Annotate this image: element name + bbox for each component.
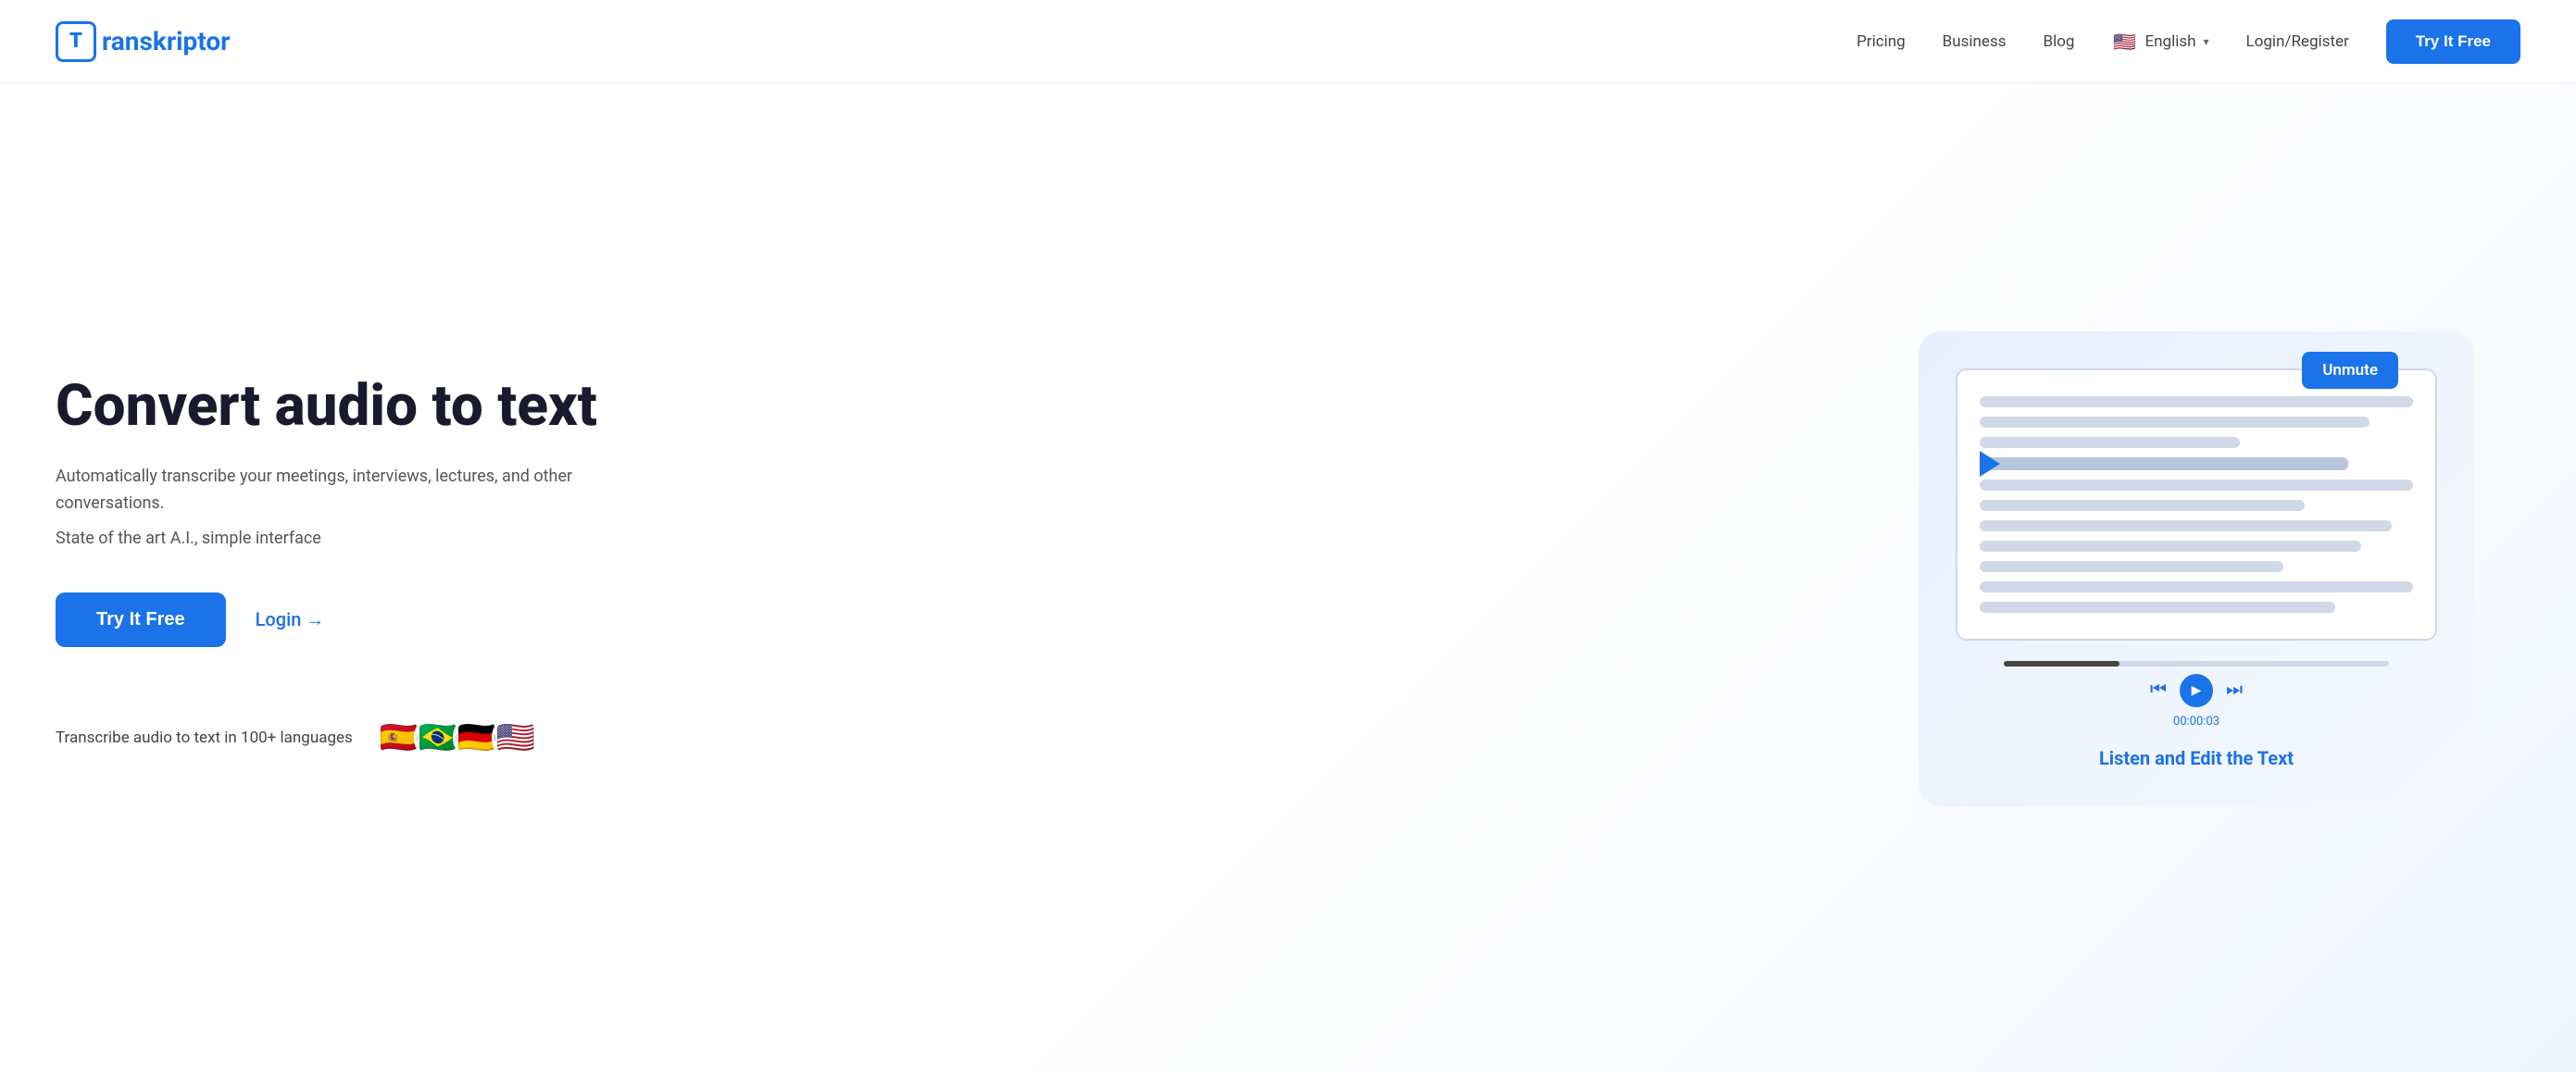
chevron-down-icon: ▾ xyxy=(2203,35,2208,48)
hero-subtitle: State of the art A.I., simple interface xyxy=(56,529,630,548)
text-line-11 xyxy=(1980,602,2335,613)
hero-description: Automatically transcribe your meetings, … xyxy=(56,464,630,517)
hero-title: Convert audio to text xyxy=(56,375,630,438)
progress-track xyxy=(2004,661,2389,667)
hero-login-link[interactable]: Login → xyxy=(256,608,325,631)
text-line-6 xyxy=(1980,500,2305,511)
doc-card: Unmute xyxy=(1956,368,2437,641)
illustration-bg: Unmute xyxy=(1919,331,2474,806)
progress-fill xyxy=(2004,661,2120,667)
text-line-5 xyxy=(1980,480,2413,491)
hero-try-free-button[interactable]: Try It Free xyxy=(56,592,226,647)
languages-row: Transcribe audio to text in 100+ languag… xyxy=(56,714,630,762)
logo[interactable]: T ranskriptor xyxy=(56,21,230,62)
nav-pricing[interactable]: Pricing xyxy=(1857,32,1906,51)
player-bar: ⏮ ▶ ⏭ 00:00:03 xyxy=(1956,661,2437,729)
timestamp: 00:00:03 xyxy=(2173,715,2220,729)
flags-stack: 🇪🇸 🇧🇷 🇩🇪 🇺🇸 xyxy=(375,714,540,762)
languages-label: Transcribe audio to text in 100+ languag… xyxy=(56,729,353,747)
nav-try-free-button[interactable]: Try It Free xyxy=(2386,19,2520,64)
text-line-7 xyxy=(1980,520,2392,531)
rewind-button[interactable]: ⏮ xyxy=(2150,679,2167,701)
language-selector[interactable]: 🇺🇸 English ▾ xyxy=(2111,29,2208,55)
text-line-3 xyxy=(1980,437,2240,448)
text-line-9 xyxy=(1980,561,2283,572)
text-lines xyxy=(1980,396,2413,613)
navbar: T ranskriptor Pricing Business Blog 🇺🇸 E… xyxy=(0,0,2576,83)
text-line-2 xyxy=(1980,417,2370,428)
play-button[interactable]: ▶ xyxy=(2180,674,2213,707)
logo-letter: T xyxy=(69,30,82,53)
text-line-1 xyxy=(1980,396,2413,407)
us-flag-icon: 🇺🇸 xyxy=(2111,29,2137,55)
text-line-8 xyxy=(1980,541,2361,552)
hero-section: Convert audio to text Automatically tran… xyxy=(0,83,2576,1072)
hero-left: Convert audio to text Automatically tran… xyxy=(56,375,630,762)
nav-blog[interactable]: Blog xyxy=(2044,32,2075,51)
text-line-10 xyxy=(1980,581,2413,592)
fast-forward-button[interactable]: ⏭ xyxy=(2226,679,2243,701)
text-line-highlighted xyxy=(1980,457,2348,470)
nav-links: Pricing Business Blog 🇺🇸 English ▾ Login… xyxy=(1857,19,2520,64)
listen-edit-label: Listen and Edit the Text xyxy=(1956,747,2437,769)
language-label: English xyxy=(2145,32,2195,51)
hero-right: Unmute xyxy=(1872,331,2520,806)
logo-icon: T xyxy=(56,21,96,62)
unmute-badge[interactable]: Unmute xyxy=(2302,352,2398,389)
logo-text: ranskriptor xyxy=(102,26,230,56)
player-controls: ⏮ ▶ ⏭ xyxy=(2150,674,2243,707)
hero-buttons: Try It Free Login → xyxy=(56,592,630,647)
nav-business[interactable]: Business xyxy=(1943,32,2007,51)
login-register-link[interactable]: Login/Register xyxy=(2246,32,2349,51)
flag-english: 🇺🇸 xyxy=(492,714,540,762)
